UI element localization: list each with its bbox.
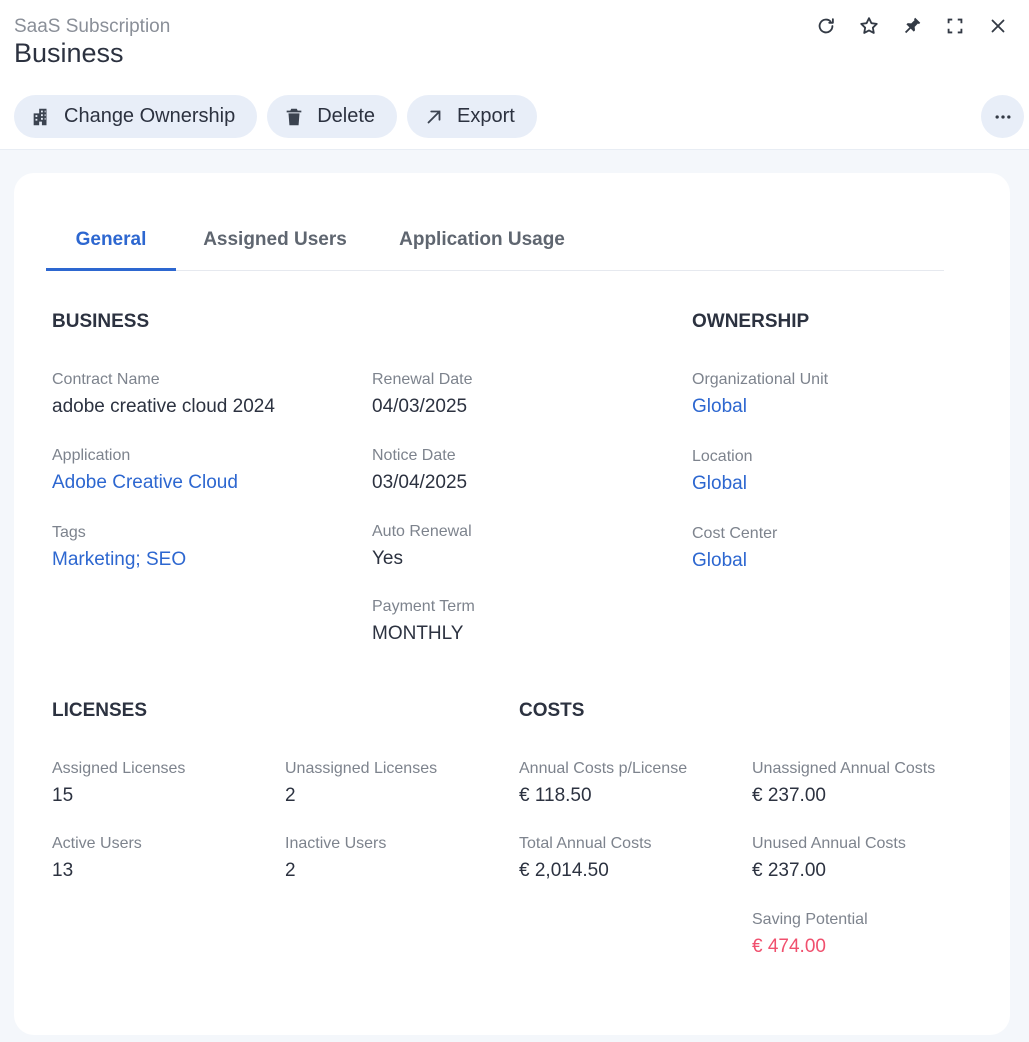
payment-term-field: Payment Term MONTHLY [372, 598, 475, 645]
field-label: Inactive Users [285, 835, 387, 852]
export-button[interactable]: Export [407, 95, 537, 138]
change-ownership-button[interactable]: Change Ownership [14, 95, 258, 138]
inactive-users-field: Inactive Users 2 [285, 835, 386, 882]
field-label: Active Users [52, 835, 142, 852]
org-unit-link[interactable]: Global [692, 396, 828, 418]
delete-button[interactable]: Delete [267, 95, 398, 138]
application-field: Application Adobe Creative Cloud [52, 447, 238, 494]
field-label: Payment Term [372, 598, 475, 615]
cost-center-field: Cost Center Global [692, 525, 777, 572]
org-unit-field: Organizational Unit Global [692, 371, 828, 418]
assigned-licenses-field: Assigned Licenses 15 [52, 760, 185, 807]
unused-annual-costs-value: € 237.00 [752, 860, 826, 881]
unused-annual-costs-field: Unused Annual Costs € 237.00 [752, 835, 906, 882]
page-title: Business [14, 38, 124, 68]
tab-application-usage[interactable]: Application Usage [391, 219, 573, 271]
arrow-up-right-icon [427, 110, 441, 123]
trash-icon [286, 108, 302, 125]
record-type: SaaS Subscription [14, 16, 171, 37]
cost-center-link[interactable]: Global [692, 550, 777, 572]
notice-date-value: 03/04/2025 [372, 472, 468, 493]
tab-assigned-users[interactable]: Assigned Users [196, 219, 354, 271]
location-link[interactable]: Global [692, 473, 753, 495]
total-annual-costs-value: € 2,014.50 [519, 860, 609, 881]
fullscreen-icon[interactable] [933, 12, 976, 40]
notice-date-field: Notice Date 03/04/2025 [372, 447, 467, 494]
auto-renewal-field: Auto Renewal Yes [372, 523, 472, 570]
field-label: Cost Center [692, 525, 778, 542]
field-label: Contract Name [52, 371, 160, 388]
renewal-date-value: 04/03/2025 [372, 396, 468, 417]
field-label: Auto Renewal [372, 523, 472, 540]
unassigned-licenses-field: Unassigned Licenses 2 [285, 760, 437, 807]
licenses-heading: LICENSES [52, 700, 148, 721]
more-options-button[interactable] [981, 95, 1024, 138]
field-label: Annual Costs p/License [519, 760, 688, 777]
unassigned-annual-costs-field: Unassigned Annual Costs € 237.00 [752, 760, 935, 807]
delete-label: Delete [317, 105, 376, 127]
unassigned-annual-costs-value: € 237.00 [752, 785, 826, 806]
costs-heading: COSTS [519, 700, 585, 721]
field-label: Organizational Unit [692, 371, 829, 388]
field-label: Renewal Date [372, 371, 473, 388]
field-label: Unused Annual Costs [752, 835, 906, 852]
business-heading: BUSINESS [52, 311, 150, 332]
close-icon[interactable] [976, 12, 1019, 40]
action-toolbar: Change Ownership Delete Export [14, 95, 537, 138]
field-label: Assigned Licenses [52, 760, 186, 777]
field-label: Saving Potential [752, 911, 868, 928]
field-label: Location [692, 448, 753, 465]
change-ownership-label: Change Ownership [64, 105, 236, 127]
renewal-date-field: Renewal Date 04/03/2025 [372, 371, 473, 418]
application-link[interactable]: Adobe Creative Cloud [52, 472, 238, 494]
star-icon[interactable] [847, 12, 890, 40]
details-card: General Assigned Users Application Usage… [14, 173, 1010, 1035]
contract-name-value: adobe creative cloud 2024 [52, 396, 275, 417]
field-label: Tags [52, 524, 86, 541]
pin-icon[interactable] [890, 12, 933, 40]
active-users-field: Active Users 13 [52, 835, 142, 882]
ownership-heading: OWNERSHIP [692, 311, 810, 332]
field-label: Unassigned Licenses [285, 760, 438, 777]
field-label: Total Annual Costs [519, 835, 652, 852]
payment-term-value: MONTHLY [372, 623, 464, 644]
location-field: Location Global [692, 448, 753, 495]
window-controls [804, 12, 1019, 40]
more-horizontal-icon [995, 114, 1010, 119]
saving-potential-value: € 474.00 [752, 936, 826, 957]
unassigned-licenses-value: 2 [285, 785, 296, 806]
inactive-users-value: 2 [285, 860, 296, 881]
saving-potential-field: Saving Potential € 474.00 [752, 911, 868, 958]
annual-per-license-value: € 118.50 [519, 785, 592, 806]
field-label: Application [52, 447, 131, 464]
contract-name-field: Contract Name adobe creative cloud 2024 [52, 371, 275, 418]
header-bar: SaaS Subscription Business Change Owners… [0, 0, 1029, 150]
annual-per-license-field: Annual Costs p/License € 118.50 [519, 760, 687, 807]
export-label: Export [457, 105, 515, 127]
tags-link[interactable]: Marketing; SEO [52, 549, 186, 571]
total-annual-costs-field: Total Annual Costs € 2,014.50 [519, 835, 652, 882]
building-icon [33, 108, 47, 125]
tab-bar: General Assigned Users Application Usage [46, 219, 944, 271]
active-users-value: 13 [52, 860, 74, 881]
field-label: Notice Date [372, 447, 456, 464]
assigned-licenses-value: 15 [52, 785, 74, 806]
tags-field: Tags Marketing; SEO [52, 524, 186, 571]
refresh-icon[interactable] [804, 12, 847, 40]
auto-renewal-value: Yes [372, 548, 403, 569]
tab-general[interactable]: General [46, 219, 176, 271]
field-label: Unassigned Annual Costs [752, 760, 936, 777]
